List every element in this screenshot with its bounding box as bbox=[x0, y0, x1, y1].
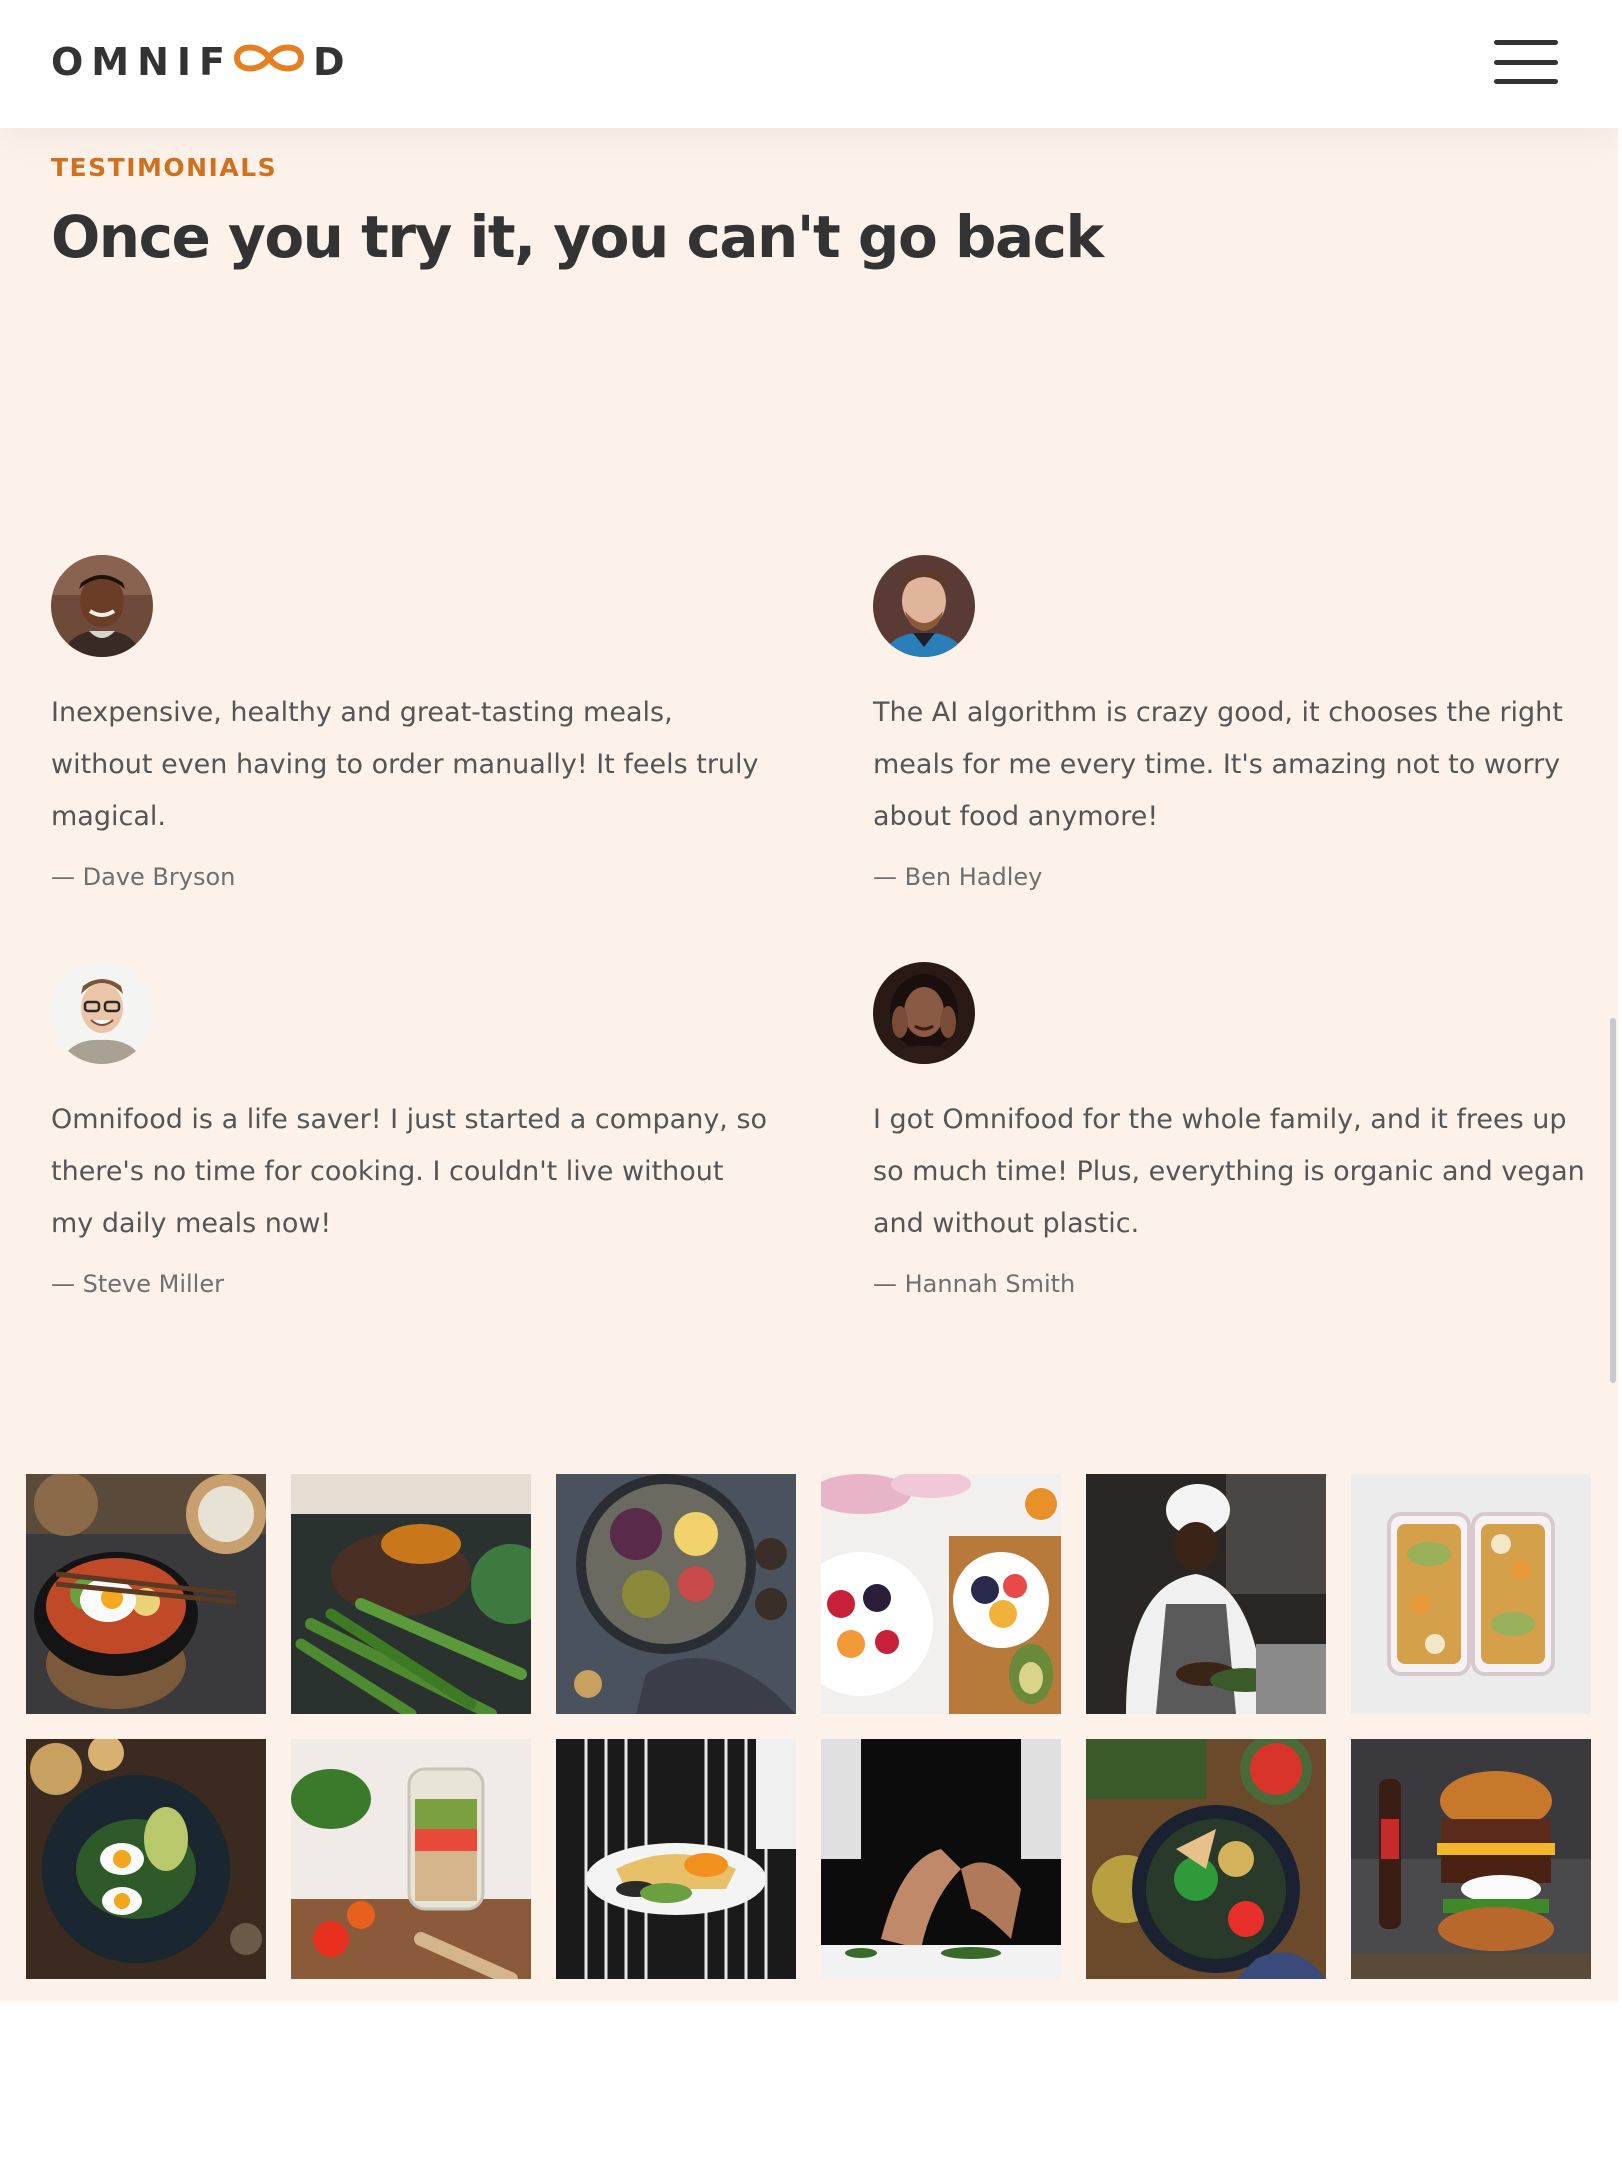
customer-avatar bbox=[873, 555, 975, 657]
logo-text-left: OMNIF bbox=[51, 40, 234, 84]
section-subheading: Testimonials bbox=[51, 153, 278, 182]
testimonial-quote: Inexpensive, healthy and great-tasting m… bbox=[51, 697, 759, 832]
gallery-image[interactable] bbox=[1086, 1474, 1326, 1714]
gallery-image[interactable] bbox=[291, 1739, 531, 1979]
gallery-image[interactable] bbox=[556, 1739, 796, 1979]
gallery-image[interactable] bbox=[556, 1474, 796, 1714]
gallery-image[interactable] bbox=[1351, 1474, 1591, 1714]
customer-avatar bbox=[51, 555, 153, 657]
testimonial-card: I got Omnifood for the whole family, and… bbox=[873, 962, 1593, 1298]
testimonial-quote: I got Omnifood for the whole family, and… bbox=[873, 1104, 1585, 1239]
gallery-image[interactable] bbox=[291, 1474, 531, 1714]
customer-avatar bbox=[873, 962, 975, 1064]
testimonial-quote: Omnifood is a life saver! I just started… bbox=[51, 1104, 768, 1239]
logo-text-right: D bbox=[313, 40, 353, 84]
gallery-image[interactable] bbox=[26, 1739, 266, 1979]
gallery-image[interactable] bbox=[26, 1474, 266, 1714]
testimonial-card: The AI algorithm is crazy good, it choos… bbox=[873, 555, 1593, 891]
gallery-image[interactable] bbox=[821, 1474, 1061, 1714]
gallery-image[interactable] bbox=[1086, 1739, 1326, 1979]
testimonial-card: Omnifood is a life saver! I just started… bbox=[51, 962, 771, 1298]
testimonial-quote: The AI algorithm is crazy good, it choos… bbox=[873, 697, 1563, 832]
omnifood-logo[interactable]: OMNIF D bbox=[51, 40, 353, 84]
infinity-icon bbox=[231, 40, 307, 85]
section-heading: Once you try it, you can't go back bbox=[51, 203, 1104, 271]
gallery-image[interactable] bbox=[821, 1739, 1061, 1979]
hamburger-menu-icon[interactable] bbox=[1494, 40, 1558, 84]
testimonial-author: — Dave Bryson bbox=[51, 863, 236, 891]
site-header: OMNIF D bbox=[0, 0, 1622, 128]
testimonial-author: — Hannah Smith bbox=[873, 1270, 1076, 1298]
customer-avatar bbox=[51, 962, 153, 1064]
page-scrollbar[interactable] bbox=[1610, 1018, 1616, 1383]
testimonial-card: Inexpensive, healthy and great-tasting m… bbox=[51, 555, 771, 891]
gallery-image[interactable] bbox=[1351, 1739, 1591, 1979]
food-gallery bbox=[26, 1474, 1591, 1979]
testimonial-author: — Steve Miller bbox=[51, 1270, 224, 1298]
testimonial-author: — Ben Hadley bbox=[873, 863, 1043, 891]
